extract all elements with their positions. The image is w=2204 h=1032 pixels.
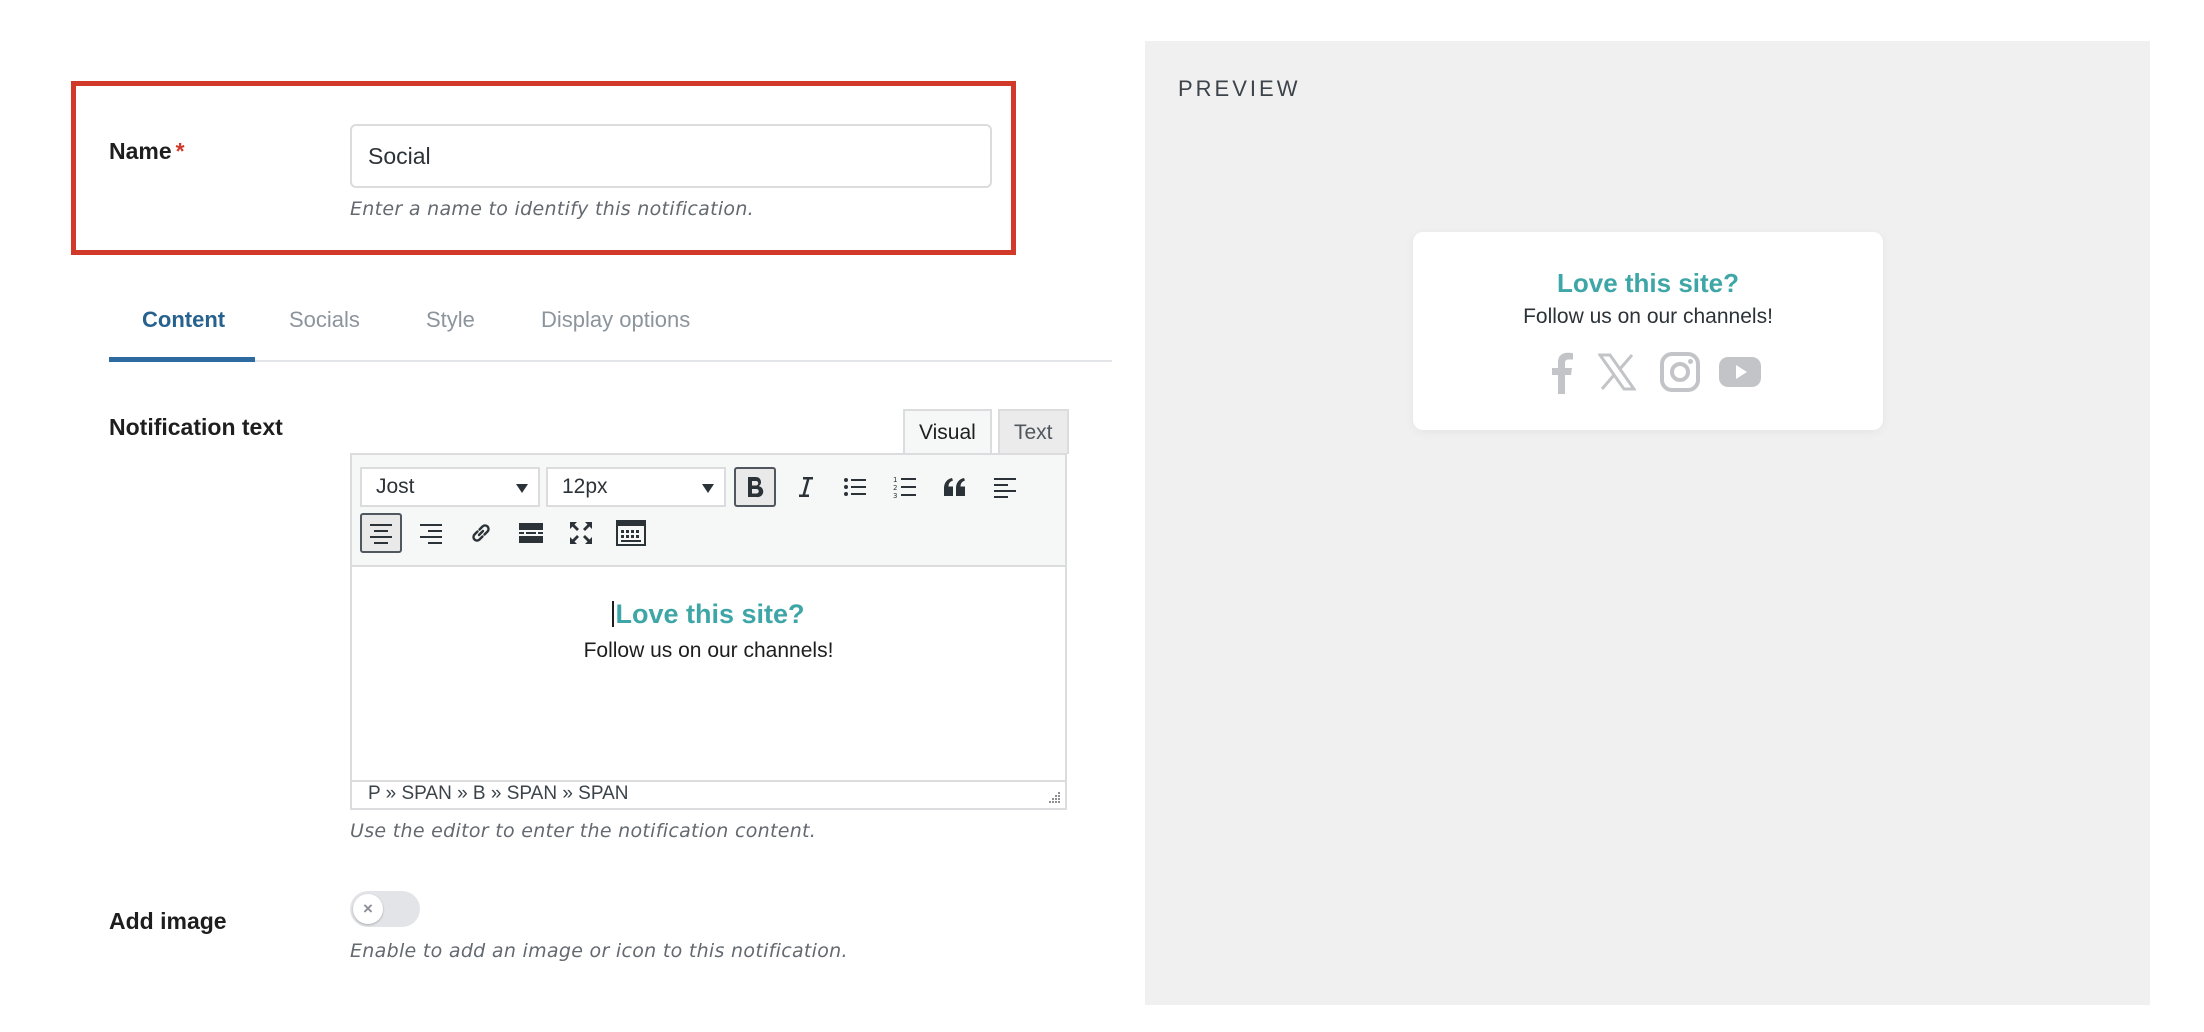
notification-text-label: Notification text: [109, 414, 283, 440]
quote-icon: [944, 478, 965, 496]
add-image-label: Add image: [109, 908, 227, 934]
align-left-button[interactable]: [984, 467, 1026, 507]
element-path-text: P » SPAN » B » SPAN » SPAN: [368, 783, 629, 804]
link-icon: [472, 524, 490, 542]
name-label-text: Name: [109, 138, 172, 164]
font-size-select[interactable]: 12px: [546, 467, 726, 507]
preview-panel: PREVIEW Love this site? Follow us on our…: [1145, 41, 2150, 1005]
numbered-list-button[interactable]: 123: [884, 467, 926, 507]
tab-socials[interactable]: Socials: [289, 307, 360, 333]
x-icon[interactable]: [1598, 353, 1636, 391]
name-label: Name *: [109, 138, 185, 165]
editor-element-path: P » SPAN » B » SPAN » SPAN: [352, 780, 1065, 808]
close-icon: ×: [363, 899, 373, 918]
editor-toolbar: Jost 12px 123: [352, 455, 1065, 567]
keyboard-icon: [616, 520, 646, 546]
align-right-icon: [420, 524, 442, 544]
numbered-list-icon: 123: [893, 476, 916, 499]
svg-text:3: 3: [893, 492, 897, 499]
name-help-text: Enter a name to identify this notificati…: [350, 198, 755, 220]
preview-subtitle: Follow us on our channels!: [1523, 305, 1773, 328]
notification-preview-card: Love this site? Follow us on our channel…: [1413, 232, 1883, 430]
bulleted-list-button[interactable]: [834, 467, 876, 507]
fullscreen-icon: [570, 522, 592, 544]
align-center-button[interactable]: [360, 513, 402, 553]
required-marker: *: [175, 138, 185, 164]
social-icons: [1413, 350, 1883, 396]
font-size-value: 12px: [562, 475, 608, 498]
italic-icon: [799, 477, 813, 497]
font-family-select[interactable]: Jost: [360, 467, 540, 507]
chevron-down-icon: [702, 484, 714, 493]
notification-text-help: Use the editor to enter the notification…: [350, 820, 817, 842]
preview-title: Love this site?: [1556, 268, 1740, 298]
toolbar-toggle-button[interactable]: [610, 513, 652, 553]
bold-button[interactable]: [734, 467, 776, 507]
instagram-icon[interactable]: [1659, 351, 1701, 393]
fullscreen-button[interactable]: [560, 513, 602, 553]
add-image-toggle[interactable]: ×: [350, 891, 420, 927]
bold-icon: [748, 477, 764, 498]
blockquote-button[interactable]: [934, 467, 976, 507]
svg-text:1: 1: [893, 476, 897, 484]
bulleted-list-icon: [844, 478, 866, 496]
editor-content-subtitle: Follow us on our channels!: [583, 639, 834, 662]
resize-handle-icon[interactable]: [1047, 790, 1061, 804]
editor-content-area[interactable]: Love this site? Follow us on our channel…: [352, 567, 1065, 780]
facebook-icon[interactable]: [1548, 350, 1574, 394]
svg-text:2: 2: [893, 484, 897, 492]
editor-content-title: Love this site?: [352, 599, 1065, 630]
active-tab-indicator: [109, 357, 255, 362]
italic-button[interactable]: [784, 467, 826, 507]
tab-display-options[interactable]: Display options: [541, 307, 690, 333]
read-more-icon: [519, 523, 543, 543]
align-left-icon: [994, 478, 1016, 498]
align-center-icon: [370, 524, 392, 544]
align-right-button[interactable]: [410, 513, 452, 553]
youtube-icon[interactable]: [1718, 355, 1762, 389]
name-input[interactable]: [350, 124, 992, 188]
tab-style[interactable]: Style: [426, 307, 475, 333]
insert-link-button[interactable]: [460, 513, 502, 553]
chevron-down-icon: [516, 484, 528, 493]
read-more-button[interactable]: [510, 513, 552, 553]
editor-title-text: Love this site?: [615, 599, 805, 629]
editor-text-tab[interactable]: Text: [998, 409, 1069, 454]
editor-visual-tab[interactable]: Visual: [903, 409, 992, 454]
rich-text-editor: Jost 12px 123 Love this site? Follow us …: [350, 453, 1067, 810]
add-image-help: Enable to add an image or icon to this n…: [350, 940, 848, 962]
settings-tabs: Content Socials Style Display options: [109, 290, 1112, 362]
preview-heading: PREVIEW: [1178, 76, 1301, 101]
toggle-knob: ×: [353, 894, 383, 924]
font-family-value: Jost: [376, 475, 415, 498]
tab-content[interactable]: Content: [142, 307, 225, 333]
